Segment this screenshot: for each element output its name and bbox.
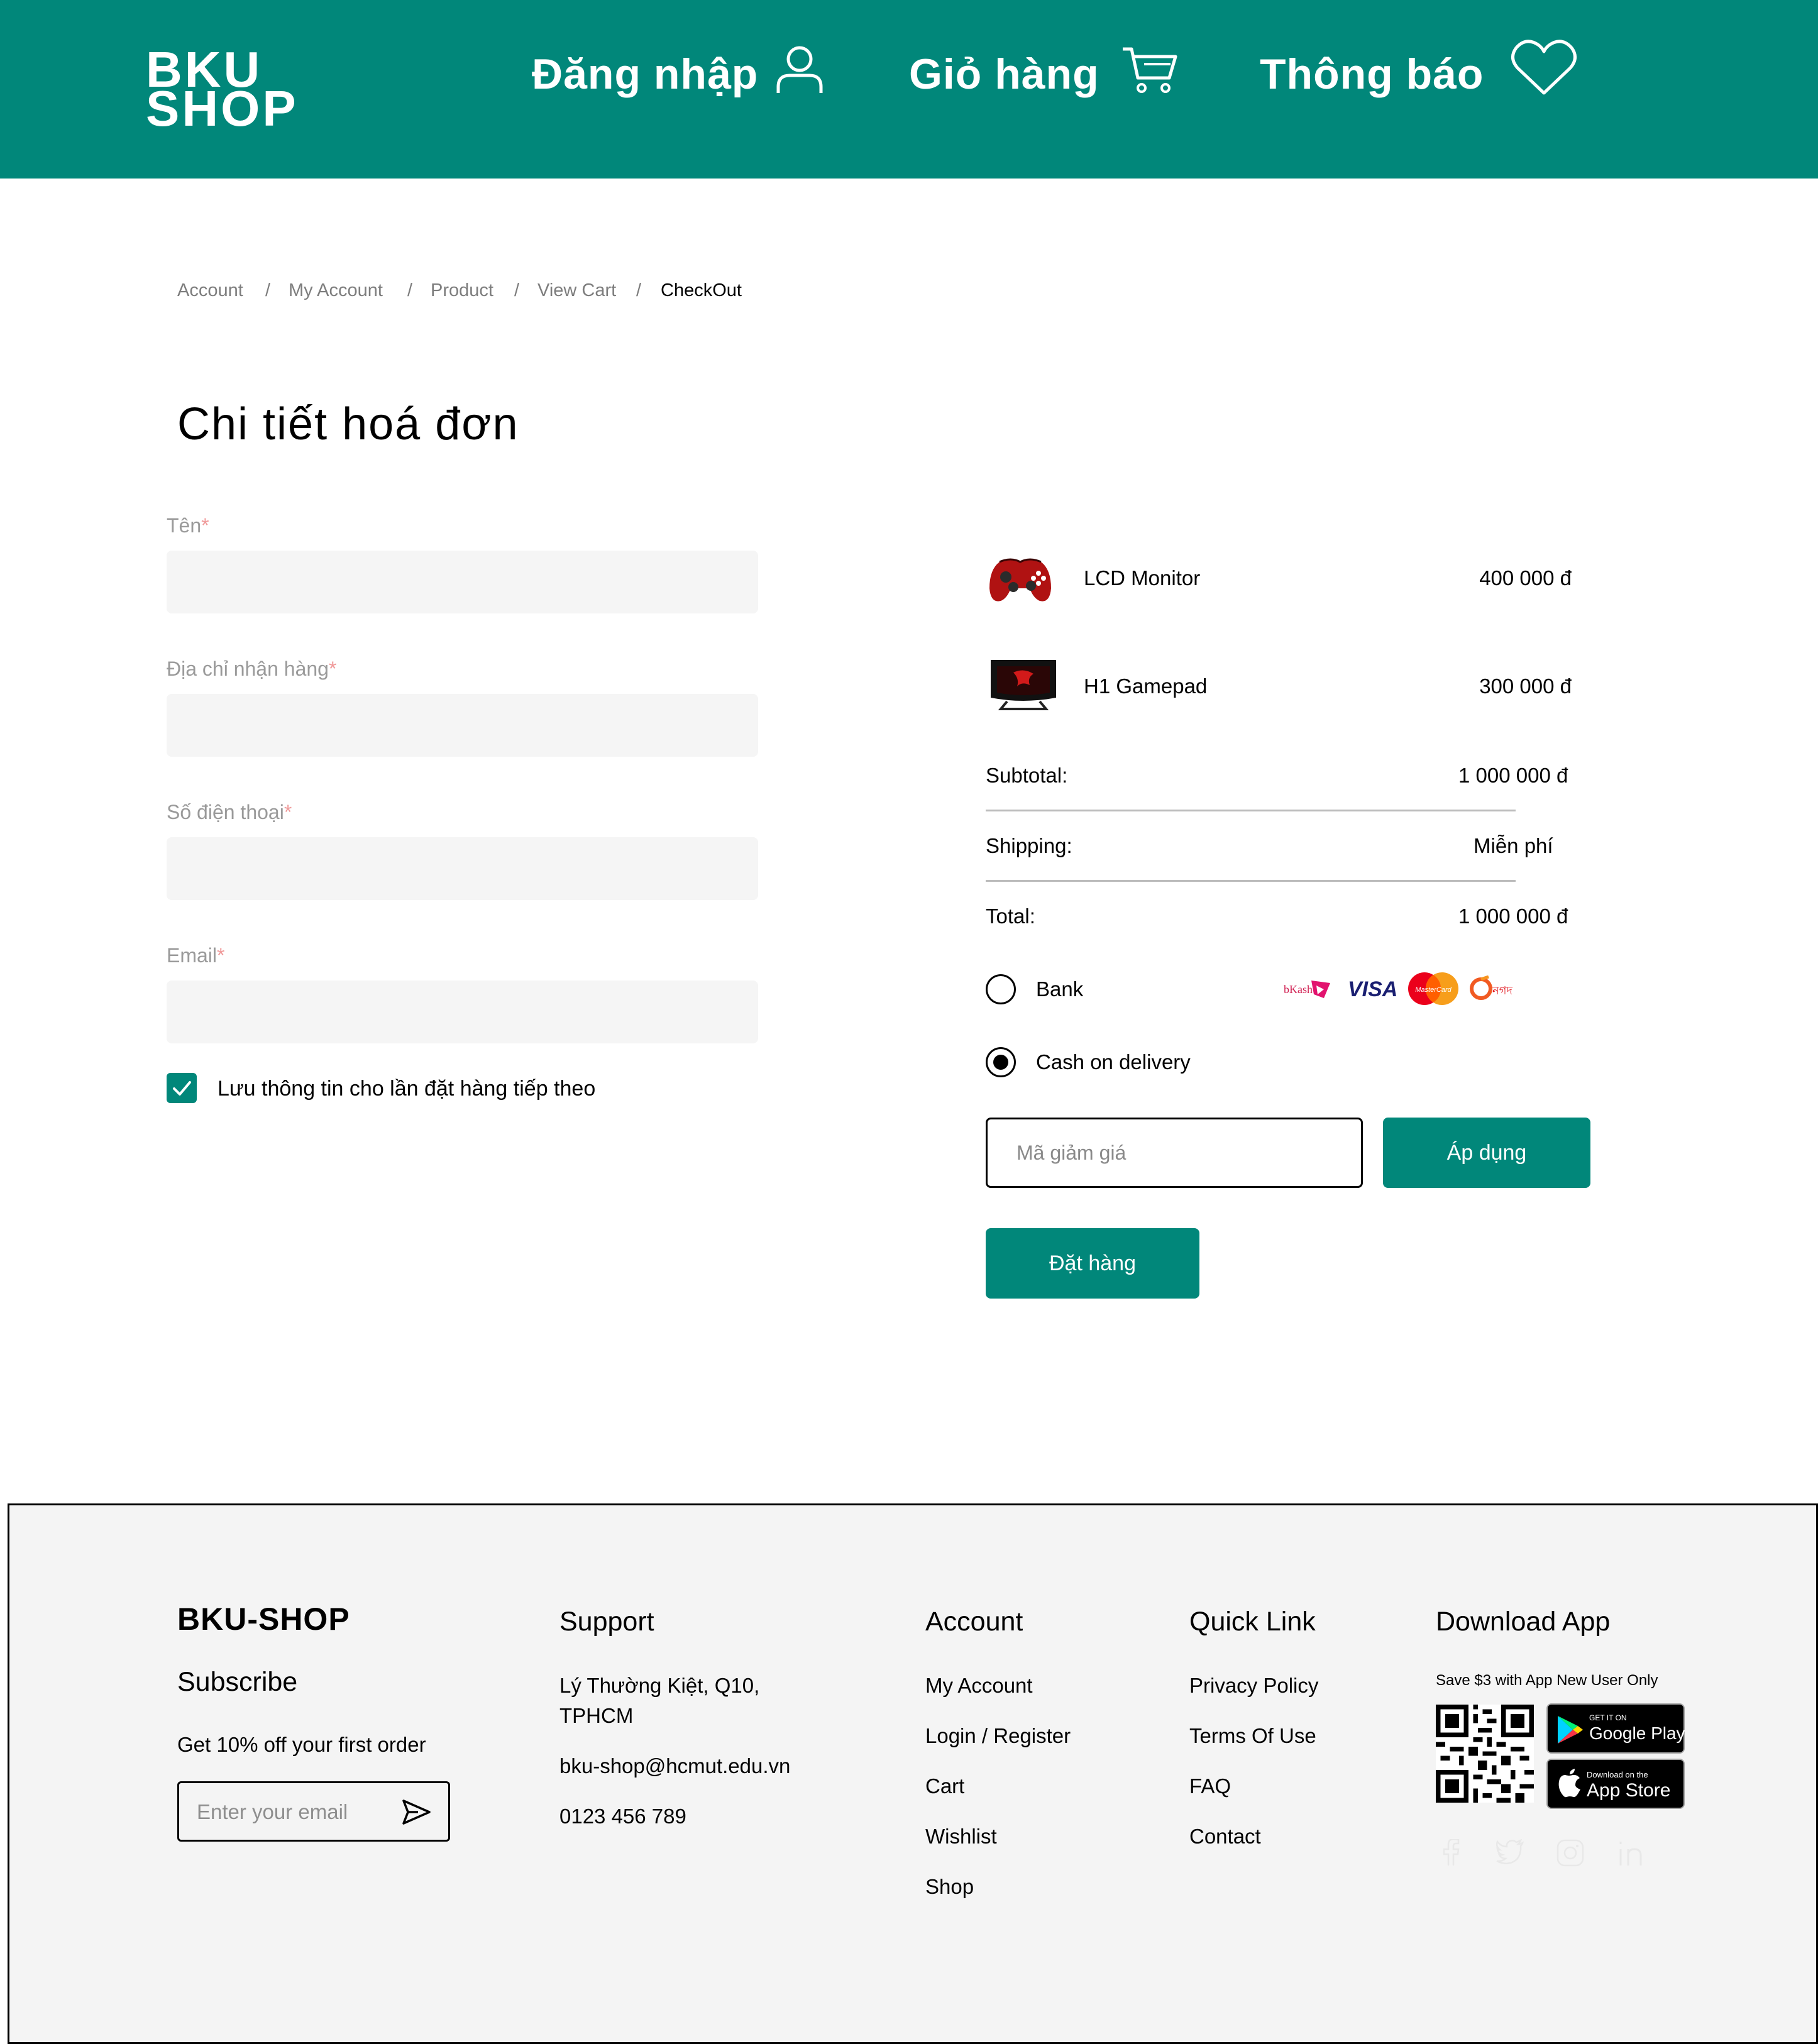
save-info-checkbox[interactable] bbox=[167, 1073, 197, 1103]
footer-brand: BKU-SHOP bbox=[177, 1602, 350, 1637]
subscribe-box bbox=[177, 1781, 450, 1842]
footer-link-privacy-policy[interactable]: Privacy Policy bbox=[1189, 1671, 1318, 1701]
google-play-small: GET IT ON bbox=[1589, 1713, 1627, 1722]
svg-text:VISA: VISA bbox=[1348, 977, 1397, 1001]
support-address-line1: Lý Thường Kiệt, Q10, bbox=[559, 1674, 760, 1697]
linkedin-icon[interactable] bbox=[1618, 1839, 1646, 1870]
support-email[interactable]: bku-shop@hcmut.edu.vn bbox=[559, 1751, 790, 1781]
user-icon[interactable] bbox=[776, 45, 824, 96]
breadcrumb-checkout: CheckOut bbox=[661, 280, 742, 300]
subscribe-email-input[interactable] bbox=[197, 1796, 385, 1828]
address-label: Địa chỉ nhận hàng* bbox=[167, 657, 337, 680]
subtotal-label: Subtotal: bbox=[986, 764, 1068, 787]
footer-link-login-register[interactable]: Login / Register bbox=[925, 1721, 1071, 1751]
breadcrumb-separator: / bbox=[265, 280, 271, 300]
bkash-logo: bKash bbox=[1282, 975, 1333, 1002]
place-order-button[interactable]: Đặt hàng bbox=[986, 1228, 1199, 1299]
app-store-small: Download on the bbox=[1587, 1770, 1648, 1779]
app-store-button[interactable]: Download on the App Store bbox=[1546, 1759, 1685, 1809]
cash-on-delivery-label: Cash on delivery bbox=[1036, 1050, 1191, 1074]
visa-logo: VISA bbox=[1347, 975, 1397, 1002]
google-play-label: Google Play bbox=[1589, 1723, 1685, 1743]
phone-label: Số điện thoại* bbox=[167, 801, 292, 823]
footer-link-contact[interactable]: Contact bbox=[1189, 1821, 1261, 1852]
order-item-name: H1 Gamepad bbox=[1084, 674, 1208, 698]
nav-login-link[interactable]: Đăng nhập bbox=[532, 49, 758, 99]
footer-link-cart[interactable]: Cart bbox=[925, 1771, 964, 1801]
shop-logo[interactable]: BKU SHOP bbox=[146, 45, 309, 136]
svg-text:নগদ: নগদ bbox=[1492, 984, 1513, 997]
heart-icon[interactable] bbox=[1510, 39, 1578, 97]
name-field[interactable] bbox=[167, 551, 758, 613]
footer-link-faq[interactable]: FAQ bbox=[1189, 1771, 1231, 1801]
address-field[interactable] bbox=[167, 694, 758, 757]
monitor-image bbox=[988, 656, 1059, 713]
app-store-label: App Store bbox=[1587, 1780, 1671, 1801]
footer-link-my-account[interactable]: My Account bbox=[925, 1671, 1033, 1701]
breadcrumb-separator: / bbox=[407, 280, 413, 300]
summary-divider bbox=[986, 810, 1516, 811]
subscribe-title: Subscribe bbox=[177, 1667, 298, 1697]
bank-radio[interactable] bbox=[986, 974, 1016, 1004]
instagram-icon[interactable] bbox=[1556, 1839, 1584, 1870]
total-value: 1 000 000 đ bbox=[1458, 904, 1568, 928]
support-title: Support bbox=[559, 1607, 654, 1637]
order-item-price: 400 000 đ bbox=[1479, 566, 1572, 590]
total-label: Total: bbox=[986, 904, 1035, 928]
breadcrumb-my-account[interactable]: My Account bbox=[289, 278, 383, 303]
shipping-label: Shipping: bbox=[986, 834, 1072, 857]
order-item-name: LCD Monitor bbox=[1084, 566, 1201, 590]
email-field[interactable] bbox=[167, 981, 758, 1043]
shipping-value: Miễn phí bbox=[1474, 834, 1553, 857]
breadcrumb-product[interactable]: Product bbox=[431, 278, 493, 303]
send-icon[interactable] bbox=[402, 1798, 432, 1829]
apple-icon bbox=[1558, 1769, 1580, 1798]
mastercard-logo: MasterCard bbox=[1407, 972, 1460, 1006]
svg-text:bKash: bKash bbox=[1284, 983, 1313, 996]
breadcrumb-account[interactable]: Account bbox=[177, 278, 243, 303]
page-title: Chi tiết hoá đơn bbox=[177, 399, 519, 449]
logo-line-2: SHOP bbox=[146, 80, 299, 136]
summary-divider bbox=[986, 880, 1516, 882]
download-promo: Save $3 with App New User Only bbox=[1436, 1672, 1658, 1689]
breadcrumb-view-cart[interactable]: View Cart bbox=[537, 278, 616, 303]
twitter-icon[interactable] bbox=[1496, 1838, 1524, 1867]
subtotal-value: 1 000 000 đ bbox=[1458, 764, 1568, 787]
qr-code bbox=[1436, 1705, 1534, 1803]
svg-text:MasterCard: MasterCard bbox=[1415, 986, 1452, 994]
subscribe-text: Get 10% off your first order bbox=[177, 1733, 426, 1756]
coupon-input[interactable] bbox=[986, 1118, 1363, 1188]
cart-icon[interactable] bbox=[1121, 47, 1178, 94]
nav-notifications-link[interactable]: Thông báo bbox=[1260, 49, 1484, 99]
save-info-label: Lưu thông tin cho lần đặt hàng tiếp theo bbox=[218, 1077, 596, 1101]
gamepad-image bbox=[986, 549, 1055, 606]
nagad-logo: নগদ bbox=[1470, 975, 1523, 1002]
account-title: Account bbox=[925, 1607, 1023, 1637]
breadcrumb-separator: / bbox=[514, 280, 520, 300]
support-address-line2: TPHCM bbox=[559, 1704, 634, 1727]
footer-link-wishlist[interactable]: Wishlist bbox=[925, 1821, 997, 1852]
support-phone[interactable]: 0123 456 789 bbox=[559, 1801, 686, 1832]
email-label: Email* bbox=[167, 944, 225, 967]
order-item-price: 300 000 đ bbox=[1479, 674, 1572, 698]
nav-cart-link[interactable]: Giỏ hàng bbox=[909, 49, 1099, 99]
cash-on-delivery-radio[interactable] bbox=[986, 1047, 1016, 1077]
google-play-icon bbox=[1558, 1716, 1583, 1744]
apply-coupon-button[interactable]: Áp dụng bbox=[1383, 1118, 1590, 1188]
facebook-icon[interactable] bbox=[1440, 1838, 1462, 1870]
breadcrumb-separator: / bbox=[636, 280, 642, 300]
download-app-title: Download App bbox=[1436, 1607, 1611, 1637]
footer-link-terms-of-use[interactable]: Terms Of Use bbox=[1189, 1721, 1316, 1751]
google-play-button[interactable]: GET IT ON Google Play bbox=[1546, 1703, 1685, 1754]
check-icon bbox=[173, 1081, 191, 1096]
bank-radio-label: Bank bbox=[1036, 977, 1084, 1001]
quick-link-title: Quick Link bbox=[1189, 1607, 1316, 1637]
footer-link-shop[interactable]: Shop bbox=[925, 1872, 974, 1902]
name-label: Tên* bbox=[167, 514, 209, 537]
phone-field[interactable] bbox=[167, 837, 758, 900]
